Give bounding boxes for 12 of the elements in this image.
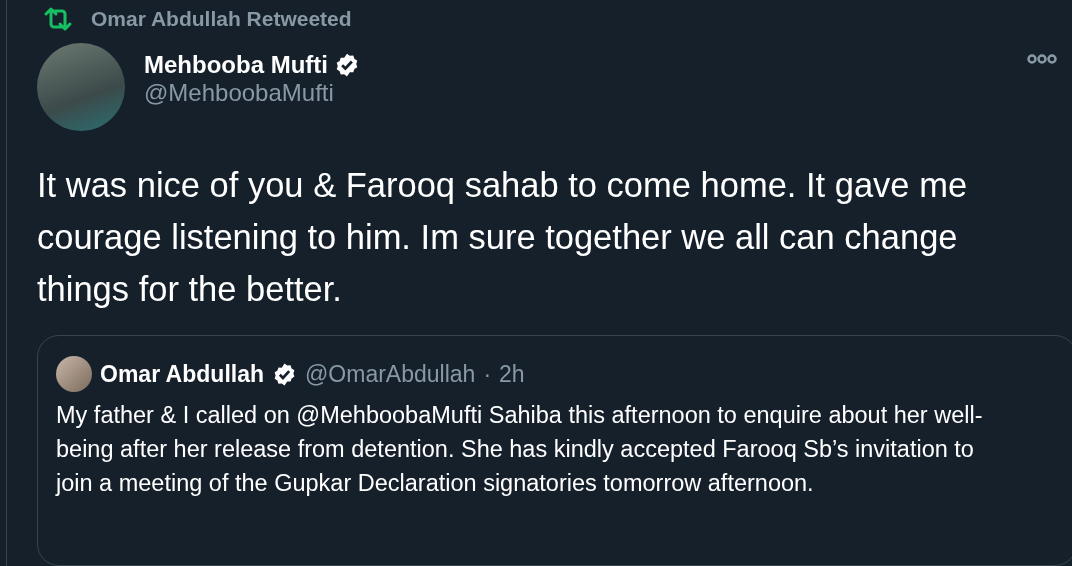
- author-name[interactable]: Mehbooba Mufti: [144, 51, 328, 79]
- author-handle[interactable]: @MehboobaMufti: [144, 79, 360, 107]
- separator-dot: ·: [483, 360, 492, 388]
- retweeted-by-label: Omar Abdullah Retweeted: [91, 7, 352, 31]
- quoted-timestamp: 2h: [499, 360, 525, 388]
- more-options-icon[interactable]: [1027, 53, 1057, 65]
- quoted-avatar-photo-placeholder: [56, 356, 92, 392]
- quoted-tweet-text: My father & I called on @MehboobaMufti Sahiba this afternoon to enquire about her well-being after her release from detention. She has kindly accepted Farooq Sb’s invitation to join a meeting of the Gupkar Declaration signatories tomorrow afternoon.: [56, 401, 984, 498]
- quoted-author-handle: @OmarAbdullah: [305, 360, 476, 388]
- retweet-icon: [43, 6, 73, 32]
- quoted-author-name: Omar Abdullah: [100, 360, 264, 388]
- tweet-text: It was nice of you & Farooq sahab to come home. It gave me courage listening to him. Im sure together we all can change things for the better.: [37, 165, 969, 310]
